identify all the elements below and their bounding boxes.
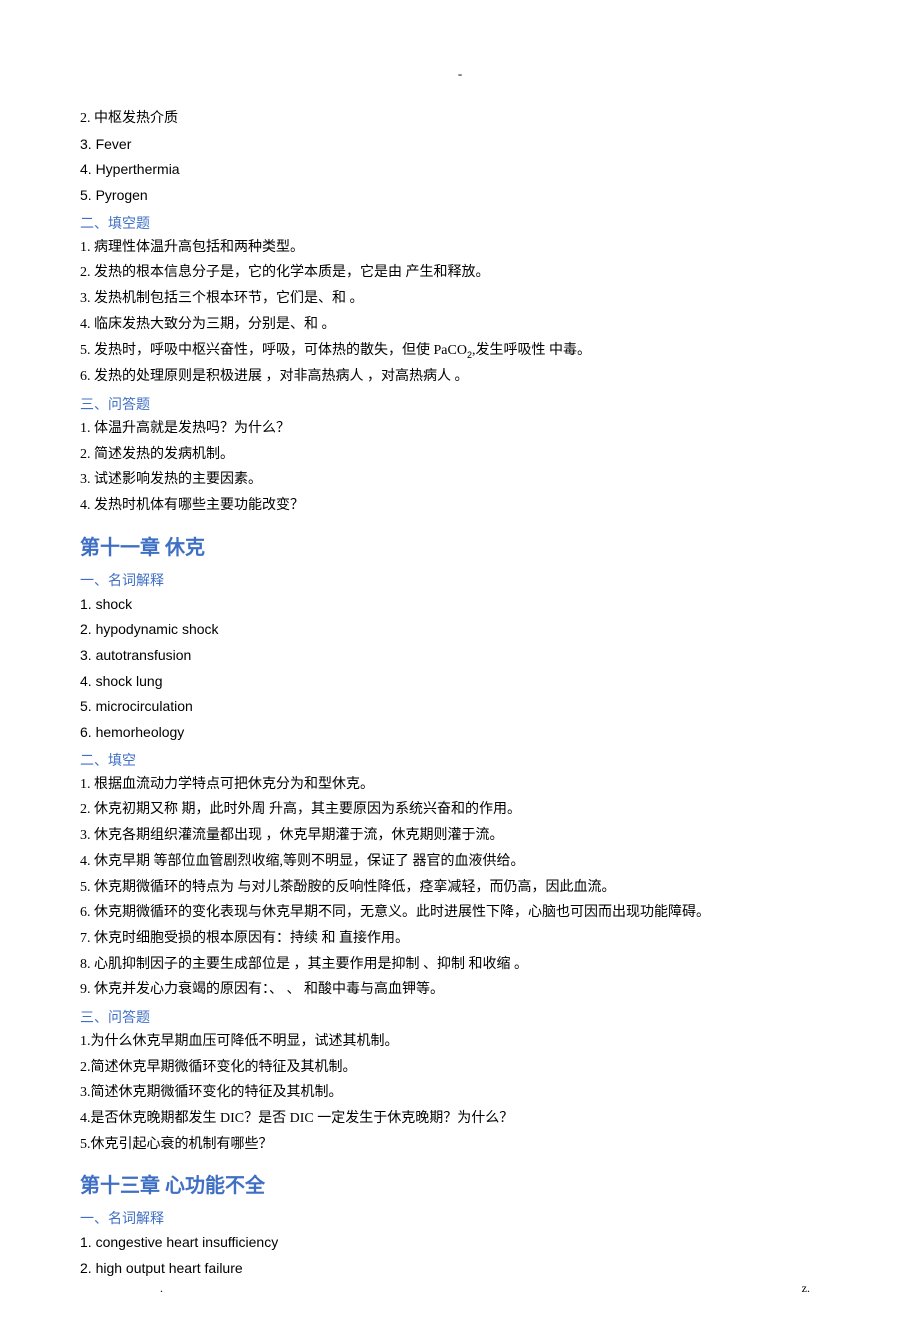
fill-item: 2. 休克初期又称 期，此时外周 升高，其主要原因为系统兴奋和的作用。: [80, 799, 840, 821]
fill-item: 7. 休克时细胞受损的根本原因有：持续 和 直接作用。: [80, 928, 840, 950]
qa-item: 5.休克引起心衰的机制有哪些？: [80, 1134, 840, 1156]
chapter-heading: 第十一章 休克: [80, 531, 840, 560]
fill-item: 3. 发热机制包括三个根本环节，它们是、和 。: [80, 288, 840, 310]
term-item: 4. shock lung: [80, 671, 840, 693]
section-heading-terms: 一、名词解释: [80, 570, 840, 590]
fill-item: 6. 发热的处理原则是积极进展 ，对非高热病人 ，对高热病人 。: [80, 366, 840, 388]
fill-item: 4. 临床发热大致分为三期，分别是、和 。: [80, 314, 840, 336]
fill-item: 8. 心肌抑制因子的主要生成部位是 ，其主要作用是抑制 、抑制 和收缩 。: [80, 954, 840, 976]
fill-item: 5. 发热时，呼吸中枢兴奋性，呼吸，可体热的散失，但使 PaCO2,发生呼吸性 …: [80, 340, 840, 363]
fill-item: 1. 病理性体温升高包括和两种类型。: [80, 237, 840, 259]
section-heading-qa: 三、问答题: [80, 1007, 840, 1027]
chapter-heading: 第十三章 心功能不全: [80, 1169, 840, 1198]
term-item: 4. Hyperthermia: [80, 159, 840, 181]
qa-item: 2.简述休克早期微循环变化的特征及其机制。: [80, 1057, 840, 1079]
fill-item: 4. 休克早期 等部位血管剧烈收缩,等则不明显，保证了 器官的血液供给。: [80, 851, 840, 873]
fill-item-text: ,发生呼吸性 中毒。: [472, 343, 591, 358]
section-heading-fill: 二、填空: [80, 750, 840, 770]
term-item: 5. Pyrogen: [80, 185, 840, 207]
fill-item: 1. 根据血流动力学特点可把休克分为和型休克。: [80, 774, 840, 796]
qa-item: 1.为什么休克早期血压可降低不明显，试述其机制。: [80, 1031, 840, 1053]
term-item: 5. microcirculation: [80, 696, 840, 718]
fill-item: 3. 休克各期组织灌流量都出现 ，休克早期灌于流，休克期则灌于流。: [80, 825, 840, 847]
term-item: 6. hemorheology: [80, 722, 840, 744]
term-item: 1. shock: [80, 594, 840, 616]
term-item: 2. 中枢发热介质: [80, 108, 840, 130]
footer-left: .: [160, 1281, 163, 1296]
qa-item: 4.是否休克晚期都发生 DIC？是否 DIC 一定发生于休克晚期？为什么？: [80, 1108, 840, 1130]
section-heading-qa: 三、问答题: [80, 394, 840, 414]
qa-item: 4. 发热时机体有哪些主要功能改变？: [80, 495, 840, 517]
qa-item: 1. 体温升高就是发热吗？为什么？: [80, 418, 840, 440]
fill-item: 9. 休克并发心力衰竭的原因有：、 、 和酸中毒与高血钾等。: [80, 979, 840, 1001]
term-item: 3. Fever: [80, 134, 840, 156]
qa-item: 3.简述休克期微循环变化的特征及其机制。: [80, 1082, 840, 1104]
qa-item: 3. 试述影响发热的主要因素。: [80, 469, 840, 491]
term-item: 1. congestive heart insufficiency: [80, 1232, 840, 1254]
section-heading-fill: 二、填空题: [80, 213, 840, 233]
fill-item: 6. 休克期微循环的变化表现与休克早期不同，无意义。此时进展性下降，心脑也可因而…: [80, 902, 840, 924]
document-page: - 2. 中枢发热介质 3. Fever 4. Hyperthermia 5. …: [0, 0, 920, 1344]
footer-right: z.: [802, 1281, 810, 1296]
term-item: 2. high output heart failure: [80, 1258, 840, 1280]
fill-item: 2. 发热的根本信息分子是，它的化学本质是，它是由 产生和释放。: [80, 262, 840, 284]
qa-item: 2. 简述发热的发病机制。: [80, 444, 840, 466]
term-item: 3. autotransfusion: [80, 645, 840, 667]
section-heading-terms: 一、名词解释: [80, 1208, 840, 1228]
fill-item-text: 5. 发热时，呼吸中枢兴奋性，呼吸，可体热的散失，但使 PaCO: [80, 343, 467, 358]
page-footer: . z.: [0, 1281, 920, 1296]
term-item: 2. hypodynamic shock: [80, 619, 840, 641]
fill-item: 5. 休克期微循环的特点为 与对儿茶酚胺的反响性降低，痉挛减轻，而仍高，因此血流…: [80, 877, 840, 899]
page-header-dash: -: [80, 66, 840, 82]
